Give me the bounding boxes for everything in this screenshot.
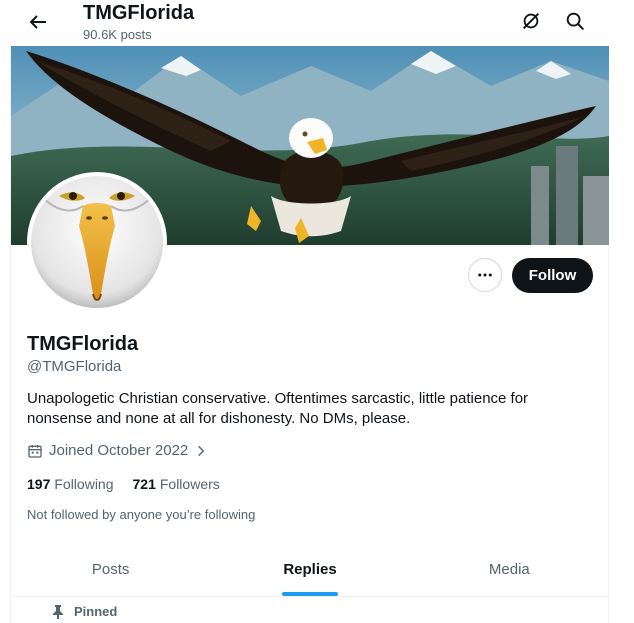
pin-icon bbox=[53, 604, 63, 619]
pinned-text: Pinned bbox=[74, 604, 118, 619]
more-icon bbox=[478, 273, 492, 277]
search-icon[interactable] bbox=[564, 10, 586, 32]
follow-button[interactable]: Follow bbox=[512, 258, 593, 293]
tab-label: Media bbox=[488, 561, 530, 578]
active-tab-indicator bbox=[281, 592, 338, 596]
header-title: TMGFlorida bbox=[83, 2, 195, 24]
joined-date-label: Joined October 2022 bbox=[49, 442, 189, 459]
back-arrow-icon[interactable] bbox=[26, 10, 50, 34]
profile-header-bar: TMGFlorida 90.6K posts bbox=[0, 0, 634, 46]
pinned-label: Pinned bbox=[52, 604, 117, 619]
follow-stats: 197 Following 721 Followers bbox=[27, 476, 239, 492]
calendar-icon bbox=[28, 444, 42, 458]
tab-label: Replies bbox=[283, 561, 337, 578]
joined-date[interactable]: Joined October 2022 bbox=[27, 442, 208, 459]
chevron-right-icon bbox=[198, 445, 205, 456]
post-count: 90.6K posts bbox=[83, 27, 152, 42]
profile-tabs: Posts Replies Media bbox=[11, 546, 609, 597]
profile-bio: Unapologetic Christian conservative. Oft… bbox=[27, 390, 529, 427]
tab-label: Posts bbox=[91, 561, 130, 578]
more-options-button[interactable] bbox=[468, 258, 502, 292]
not-followed-notice: Not followed by anyone you’re following bbox=[27, 507, 256, 522]
following-label: Following bbox=[54, 476, 114, 492]
following-link[interactable]: 197 Following bbox=[27, 476, 114, 492]
following-count: 197 bbox=[27, 476, 51, 492]
profile-handle: @TMGFlorida bbox=[27, 358, 122, 375]
profile-display-name: TMGFlorida bbox=[27, 333, 139, 355]
tab-replies[interactable]: Replies bbox=[210, 546, 409, 596]
tab-posts[interactable]: Posts bbox=[11, 546, 210, 596]
followers-link[interactable]: 721 Followers bbox=[133, 476, 220, 492]
followers-label: Followers bbox=[159, 476, 220, 492]
tab-media[interactable]: Media bbox=[410, 546, 609, 596]
followers-count: 721 bbox=[132, 476, 156, 492]
grok-icon[interactable] bbox=[520, 10, 542, 32]
avatar-eagle-image bbox=[31, 176, 163, 308]
avatar[interactable] bbox=[27, 172, 167, 312]
